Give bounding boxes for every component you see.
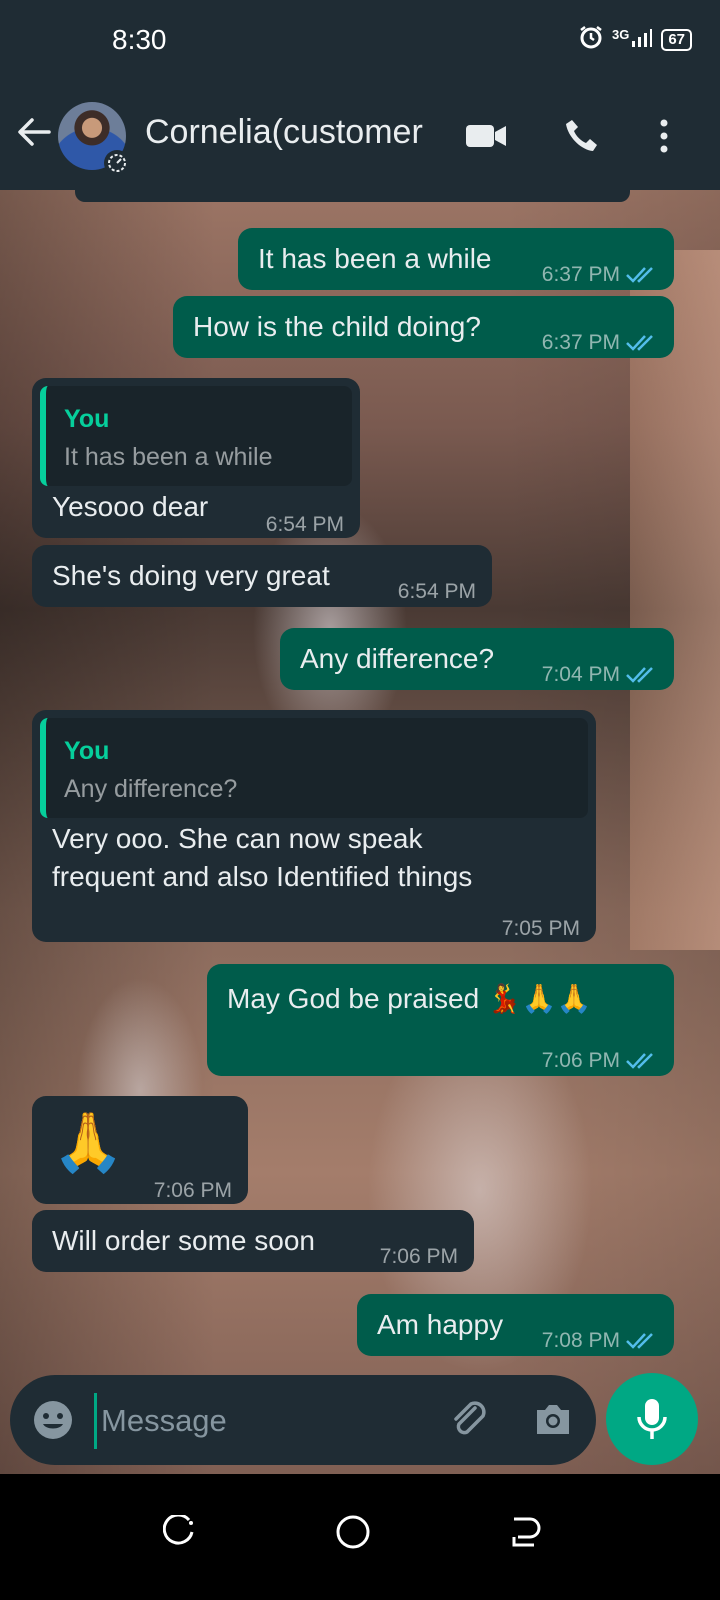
message-incoming[interactable]: She's doing very great 6:54 PM (32, 545, 492, 607)
alarm-icon (578, 24, 604, 55)
back-arrow-icon (18, 118, 51, 146)
message-time: 6:37 PM (542, 256, 658, 294)
voice-call-icon (566, 120, 597, 151)
previous-message-partial (75, 190, 630, 202)
recents-icon (163, 1515, 194, 1545)
attach-button[interactable] (446, 1397, 492, 1443)
message-time: 6:37 PM (542, 324, 658, 362)
emoji-button[interactable] (30, 1397, 76, 1443)
message-text: Any difference? (300, 643, 495, 674)
back-nav-button[interactable] (495, 1502, 555, 1562)
message-incoming-reply[interactable]: You It has been a while Yesooo dear 6:54… (32, 378, 360, 538)
message-incoming[interactable]: Will order some soon 7:06 PM (32, 1210, 474, 1272)
message-outgoing[interactable]: How is the child doing? 6:37 PM (173, 296, 674, 358)
message-time: 7:04 PM (542, 656, 658, 694)
message-incoming-emoji[interactable]: 🙏 7:06 PM (32, 1096, 248, 1204)
message-outgoing[interactable]: Am happy 7:08 PM (357, 1294, 674, 1356)
contact-name[interactable]: Cornelia(customer (145, 113, 423, 152)
message-time: 7:06 PM (542, 1042, 658, 1080)
message-text-line-2: frequent and also Identified things (52, 861, 473, 892)
status-time: 8:30 (112, 24, 167, 55)
more-options-icon (660, 119, 668, 153)
message-text: May God be praised 💃🙏🙏 (227, 980, 592, 1018)
message-time: 7:06 PM (379, 1245, 458, 1268)
quoted-text: It has been a while (64, 443, 273, 471)
message-text: Yesooo dear (52, 491, 209, 522)
more-options-button[interactable] (642, 116, 686, 156)
network-type: 3G (611, 27, 630, 42)
video-call-button[interactable] (464, 116, 508, 156)
attach-icon (454, 1401, 486, 1435)
message-composer (10, 1375, 596, 1465)
status-timer-icon (104, 150, 130, 176)
mic-icon (637, 1399, 667, 1439)
quoted-message[interactable]: You It has been a while (40, 386, 352, 486)
message-input[interactable] (94, 1393, 443, 1449)
read-receipt-icon (626, 267, 653, 284)
status-bar: 8:30 3G 67 (0, 0, 720, 80)
read-receipt-icon (626, 1333, 653, 1350)
back-button[interactable] (14, 112, 54, 152)
read-receipt-icon (626, 1053, 653, 1070)
message-outgoing[interactable]: May God be praised 💃🙏🙏 7:06 PM (207, 964, 674, 1076)
message-outgoing[interactable]: It has been a while 6:37 PM (238, 228, 674, 290)
message-outgoing[interactable]: Any difference? 7:04 PM (280, 628, 674, 690)
message-time: 6:54 PM (397, 580, 476, 603)
status-icons: 3G 67 (578, 24, 692, 55)
home-icon (336, 1515, 370, 1549)
message-time: 6:54 PM (265, 513, 344, 536)
emoji-message: 🙏 (52, 1110, 125, 1175)
quoted-sender: You (64, 405, 110, 433)
battery-indicator: 67 (661, 28, 692, 51)
emoji-sequence: 💃🙏🙏 (486, 983, 592, 1014)
chat-header: Cornelia(customer (0, 80, 720, 190)
recents-button[interactable] (150, 1502, 210, 1562)
quoted-text: Any difference? (64, 775, 238, 803)
voice-message-button[interactable] (606, 1373, 698, 1465)
read-receipt-icon (626, 667, 653, 684)
message-time: 7:06 PM (153, 1179, 232, 1202)
emoji-icon (34, 1401, 72, 1439)
quoted-message[interactable]: You Any difference? (40, 718, 588, 818)
camera-icon (537, 1405, 569, 1434)
read-receipt-icon (626, 335, 653, 352)
quoted-sender: You (64, 737, 110, 765)
system-navigation-bar (0, 1474, 720, 1600)
signal-icon (631, 26, 653, 53)
message-incoming-reply[interactable]: You Any difference? Very ooo. She can no… (32, 710, 596, 942)
home-button[interactable] (323, 1502, 383, 1562)
video-call-icon (466, 125, 506, 147)
message-time: 7:08 PM (542, 1322, 658, 1360)
chat-area[interactable]: It has been a while 6:37 PM How is the c… (0, 190, 720, 1500)
voice-call-button[interactable] (560, 116, 604, 156)
message-time: 7:05 PM (501, 917, 580, 940)
camera-button[interactable] (530, 1397, 576, 1443)
message-text-line-1: Very ooo. She can now speak (52, 823, 423, 854)
message-text: It has been a while (258, 243, 492, 274)
message-text: How is the child doing? (193, 311, 481, 342)
message-text: She's doing very great (52, 560, 330, 591)
message-text: Am happy (377, 1309, 504, 1340)
message-text: Will order some soon (52, 1225, 315, 1256)
back-nav-icon (512, 1517, 541, 1547)
